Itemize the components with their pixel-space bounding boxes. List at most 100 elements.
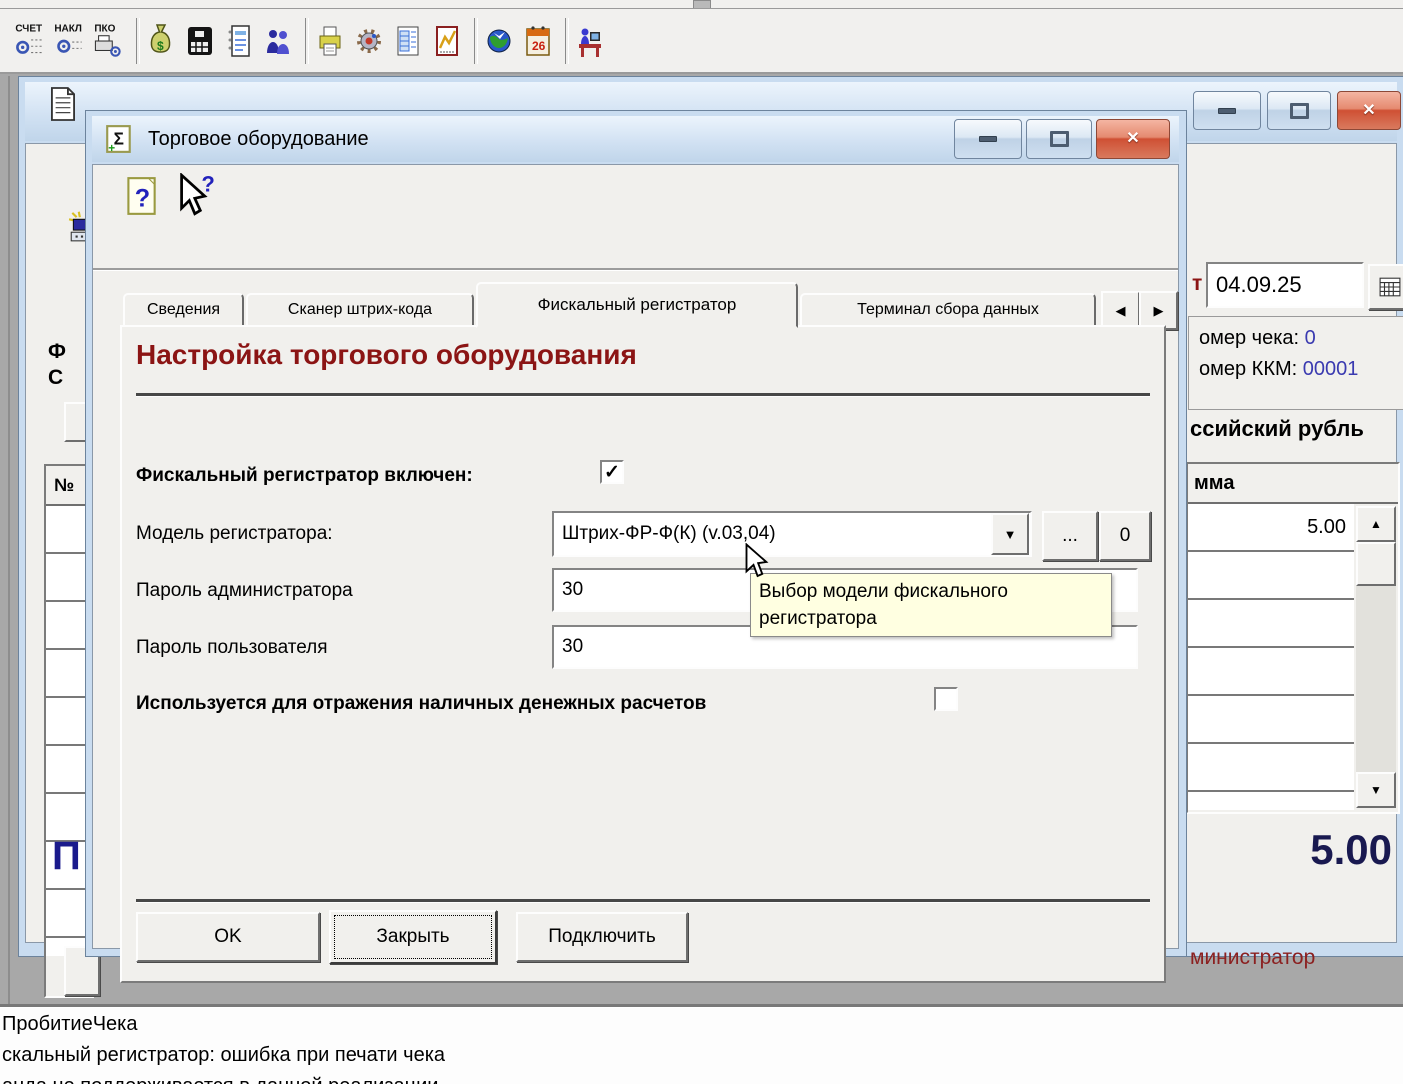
exit-user-icon[interactable] xyxy=(577,22,603,60)
date-picker-button[interactable] xyxy=(1368,264,1403,310)
print-receipt-icon[interactable] xyxy=(317,22,343,60)
calendar-day-label: 26 xyxy=(532,39,546,53)
invoice-button[interactable]: СЧЕТ xyxy=(14,21,44,61)
users-icon[interactable] xyxy=(265,22,291,60)
document-check-icon[interactable] xyxy=(226,22,252,60)
toolbar-separator xyxy=(305,18,309,64)
close-button[interactable]: Закрыть xyxy=(329,910,497,964)
dialog-toolbar-separator xyxy=(93,268,1178,271)
receipt-number-value: 0 xyxy=(1305,327,1316,349)
model-dropdown-button[interactable]: ▼ xyxy=(991,513,1029,555)
money-bag-icon[interactable]: $ xyxy=(148,22,174,60)
ok-button[interactable]: OK xyxy=(136,912,320,962)
tab-fiscal-registrar[interactable]: Фискальный регистратор xyxy=(476,282,798,328)
context-help-button[interactable]: ? xyxy=(175,173,219,217)
tab-scroll-left-icon: ◀ xyxy=(1116,303,1126,319)
date-label-fragment: т xyxy=(1192,272,1202,296)
scrollbar[interactable]: ▲ ▼ xyxy=(1356,506,1396,808)
button-rule xyxy=(136,899,1150,903)
message-line: анда не поддерживается в данной реализац… xyxy=(2,1075,1403,1084)
dialog-maximize-button[interactable] xyxy=(1026,119,1092,159)
scroll-down-icon: ▼ xyxy=(1370,783,1382,797)
document-maximize-button[interactable] xyxy=(1267,91,1331,130)
dialog-close-button[interactable]: ✕ xyxy=(1096,119,1170,159)
receipt-number-label: омер чека: xyxy=(1199,327,1299,349)
dialog-client: ? ? Сведения Сканер штрих-кода Фискальны… xyxy=(92,164,1179,949)
help-button[interactable]: ? xyxy=(123,175,159,217)
scroll-thumb[interactable] xyxy=(1356,542,1396,586)
check-icon: ✓ xyxy=(604,462,620,484)
fiscal-registrar-page: Настройка торгового оборудования Фискаль… xyxy=(120,325,1166,983)
dialog-sigma-icon: Σ + xyxy=(104,124,134,154)
fiscal-enabled-checkbox[interactable]: ✓ xyxy=(600,460,624,484)
calendar-grid-icon xyxy=(1379,277,1401,297)
document-close-button[interactable]: ✕ xyxy=(1337,91,1401,130)
heading-rule xyxy=(136,393,1150,397)
trade-equipment-dialog: Σ + Торговое оборудование ✕ ? ? Сведения… xyxy=(85,110,1187,957)
table-report-icon[interactable] xyxy=(395,22,421,60)
user-password-label: Пароль пользователя xyxy=(136,637,328,659)
message-line: ПробитиеЧека xyxy=(2,1013,1403,1036)
tab-scanner[interactable]: Сканер штрих-кода xyxy=(246,293,474,327)
svg-text:Σ: Σ xyxy=(114,128,124,148)
tab-terminal[interactable]: Терминал сбора данных xyxy=(800,293,1096,327)
maximize-icon xyxy=(1290,103,1309,119)
model-combobox[interactable]: Штрих-ФР-Ф(К) (v.03,04) ▼ xyxy=(552,511,1032,557)
chart-report-icon[interactable] xyxy=(434,22,460,60)
pko-label: ПКО xyxy=(94,23,115,34)
operator-fragment: министратор xyxy=(1190,946,1315,970)
admin-password-label: Пароль администратора xyxy=(136,580,353,602)
document-minimize-button[interactable] xyxy=(1193,91,1261,130)
date-value: 04.09.25 xyxy=(1216,272,1302,298)
calendar-icon[interactable]: 26 xyxy=(525,22,551,60)
waybill-button[interactable]: НАКЛ xyxy=(53,21,83,61)
minimize-icon xyxy=(1218,108,1236,114)
toolbar-separator xyxy=(136,18,140,64)
message-panel: ПробитиеЧека скальный регистратор: ошибк… xyxy=(0,1004,1403,1084)
date-input[interactable]: 04.09.25 xyxy=(1206,262,1364,308)
message-line: скальный регистратор: ошибка при печати … xyxy=(2,1044,1403,1067)
model-label: Модель регистратора: xyxy=(136,523,333,545)
model-value: Штрих-ФР-Ф(К) (v.03,04) xyxy=(554,523,991,545)
minimize-icon xyxy=(979,136,997,142)
scroll-down-button[interactable]: ▼ xyxy=(1356,772,1396,808)
kkm-number-line: омер ККМ: 00001 xyxy=(1199,358,1403,381)
close-icon: ✕ xyxy=(1126,131,1139,147)
field-label-fragment-f: Ф xyxy=(48,340,66,364)
items-table-body-right[interactable]: 5.00 xyxy=(1188,504,1354,810)
kkm-number-value: 00001 xyxy=(1303,358,1359,380)
scroll-up-button[interactable]: ▲ xyxy=(1356,506,1396,542)
user-password-value: 30 xyxy=(562,636,583,658)
total-amount: 5.00 xyxy=(1176,826,1392,874)
receipt-number-line: омер чека: 0 xyxy=(1199,327,1403,350)
close-icon: ✕ xyxy=(1362,103,1375,119)
items-table-right[interactable]: мма 5.00 ▲ ▼ xyxy=(1186,462,1400,814)
cash-settlements-checkbox[interactable] xyxy=(934,687,958,711)
kkm-number-label: омер ККМ: xyxy=(1199,358,1297,380)
globe-icon[interactable] xyxy=(486,22,512,60)
currency-fragment: ссийский рубль xyxy=(1190,416,1364,442)
fiscal-enabled-label: Фискальный регистратор включен: xyxy=(136,465,473,487)
total-letter-fragment: П xyxy=(52,834,81,879)
mdi-left-edge xyxy=(8,76,10,1004)
maximize-icon xyxy=(1050,131,1069,147)
field-label-fragment-c: С xyxy=(48,366,63,390)
dialog-minimize-button[interactable] xyxy=(954,119,1022,159)
page-heading: Настройка торгового оборудования xyxy=(136,339,637,371)
svg-text:?: ? xyxy=(135,185,150,213)
admin-password-value: 30 xyxy=(562,579,583,601)
model-zero-button[interactable]: 0 xyxy=(1099,511,1151,561)
model-browse-button[interactable]: ... xyxy=(1042,511,1098,561)
cash-drawer-icon[interactable] xyxy=(187,22,213,60)
receipt-info-panel: омер чека: 0 омер ККМ: 00001 xyxy=(1188,316,1403,410)
connect-button[interactable]: Подключить xyxy=(516,912,688,962)
pko-print-button[interactable]: ПКО xyxy=(92,21,122,61)
svg-text:$: $ xyxy=(157,39,164,53)
waybill-label: НАКЛ xyxy=(54,23,82,34)
tab-scroll-right-icon: ▶ xyxy=(1154,303,1164,319)
tab-svedeniya[interactable]: Сведения xyxy=(123,293,244,327)
settings-gear-icon[interactable] xyxy=(356,22,382,60)
scroll-up-icon: ▲ xyxy=(1370,517,1382,531)
main-toolbar: СЧЕТ НАКЛ ПКО $ xyxy=(0,8,1403,74)
focus-rect xyxy=(334,915,492,959)
